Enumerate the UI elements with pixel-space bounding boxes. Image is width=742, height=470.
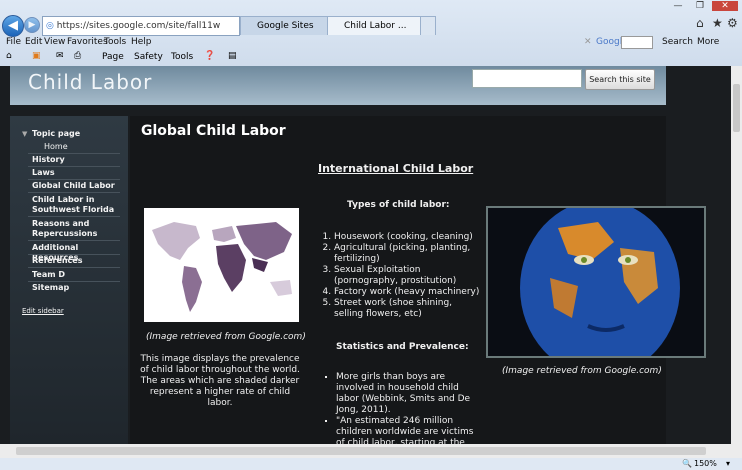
menu-edit[interactable]: Edit <box>25 37 42 47</box>
mail-icon[interactable]: ✉ <box>56 51 64 61</box>
safety-menu[interactable]: Safety <box>134 52 163 62</box>
list-item: Agricultural (picking, planting, fertili… <box>334 243 484 265</box>
divider <box>28 166 120 167</box>
rss-feed-icon[interactable]: ▣ <box>32 51 41 61</box>
world-map-graphic <box>152 222 292 312</box>
section-heading: International Child Labor <box>318 162 474 175</box>
sidebar-item-home[interactable]: Home <box>44 142 136 152</box>
home-small-icon[interactable]: ⌂ <box>6 51 12 61</box>
home-icon[interactable]: ⌂ <box>696 16 704 30</box>
types-heading: Types of child labor: <box>347 200 450 210</box>
site-title[interactable]: Child Labor <box>28 70 152 94</box>
sidebar-item-sitemap[interactable]: Sitemap <box>32 283 124 293</box>
horizontal-scrollbar[interactable] <box>0 444 742 458</box>
sidebar-item-global-child-labor[interactable]: Global Child Labor <box>32 181 124 191</box>
divider <box>28 216 120 217</box>
web-page: Child Labor Search this site ▼ Topic pag… <box>0 66 742 444</box>
main-content: Global Child Labor International Child L… <box>130 116 706 444</box>
research-icon[interactable]: ▤ <box>228 51 237 61</box>
stats-list: More girls than boys are involved in hou… <box>324 372 478 444</box>
horizontal-scrollbar-thumb[interactable] <box>16 447 706 455</box>
collapse-triangle-icon[interactable]: ▼ <box>22 130 27 138</box>
list-item: Housework (cooking, cleaning) <box>334 232 484 243</box>
divider <box>28 153 120 154</box>
list-item: More girls than boys are involved in hou… <box>336 372 478 416</box>
sidebar-item-history[interactable]: History <box>32 155 124 165</box>
divider <box>28 281 120 282</box>
list-item: "An estimated 246 million children world… <box>336 416 478 444</box>
divider <box>28 267 120 268</box>
more-button[interactable]: More <box>697 37 719 47</box>
sidebar-item-references[interactable]: References <box>32 256 124 266</box>
list-item: Sexual Exploitation (pornography, prosti… <box>334 265 484 287</box>
command-bar: ⌂ ▣ ✉ ⎙ Page Safety Tools ❓ ▤ <box>0 50 742 66</box>
menu-favorites[interactable]: Favorites <box>67 37 108 47</box>
site-search-input[interactable] <box>472 69 582 88</box>
scrollbar-thumb[interactable] <box>733 84 740 132</box>
divider <box>28 254 120 255</box>
vertical-scrollbar[interactable] <box>731 66 742 444</box>
sidebar-item-laws[interactable]: Laws <box>32 168 124 178</box>
zoom-level[interactable]: 150% <box>694 459 717 468</box>
print-icon[interactable]: ⎙ <box>74 51 81 61</box>
painted-face-world-map-image <box>486 206 706 358</box>
sidebar-item-reasons[interactable]: Reasons and Repercussions <box>32 219 124 239</box>
toolbar-search-button[interactable]: Search <box>662 37 693 47</box>
tools-menu[interactable]: Tools <box>171 52 193 62</box>
page-menu[interactable]: Page <box>102 52 124 62</box>
list-item: Factory work (heavy machinery) <box>334 287 484 298</box>
gear-icon[interactable]: ⚙ <box>727 16 738 30</box>
chevron-down-icon[interactable]: ▾ <box>726 459 730 468</box>
page-title: Global Child Labor <box>141 123 286 139</box>
help-icon[interactable]: ❓ <box>204 51 215 61</box>
site-favicon-icon: ◎ <box>46 21 54 31</box>
status-bar: 🔍 150% ▾ <box>0 458 742 470</box>
tab-child-labor[interactable]: Child Labor ... ✕ <box>327 16 435 35</box>
divider <box>28 179 120 180</box>
site-header: Child Labor Search this site <box>10 66 666 105</box>
divider <box>28 192 120 193</box>
address-url: https://sites.google.com/site/fall11w <box>56 21 221 31</box>
menu-view[interactable]: View <box>44 37 65 47</box>
types-list: Housework (cooking, cleaning) Agricultur… <box>320 232 484 320</box>
map-description: This image displays the prevalence of ch… <box>140 354 300 408</box>
zoom-icon[interactable]: 🔍 <box>682 459 692 468</box>
stats-heading: Statistics and Prevalence: <box>336 342 469 352</box>
close-toolbar-icon[interactable]: ✕ <box>584 37 592 47</box>
edit-sidebar-link[interactable]: Edit sidebar <box>22 306 114 316</box>
menu-help[interactable]: Help <box>131 37 152 47</box>
sidebar: ▼ Topic page Home History Laws Global Ch… <box>10 116 128 444</box>
forward-icon[interactable]: ▶ <box>24 17 40 33</box>
search-site-button[interactable]: Search this site <box>585 69 655 90</box>
address-bar[interactable]: ◎ https://sites.google.com/site/fall11w <box>42 16 240 36</box>
menu-tools[interactable]: Tools <box>104 37 126 47</box>
browser-chrome: — ❐ ✕ ◀ ▶ ◎ https://sites.google.com/sit… <box>0 0 742 66</box>
world-child-labor-map <box>144 208 299 322</box>
tab-label: Child Labor ... <box>344 21 407 31</box>
new-tab-button[interactable] <box>420 16 436 35</box>
face-caption: (Image retrieved from Google.com) <box>502 366 662 376</box>
menu-file[interactable]: File <box>6 37 21 47</box>
divider <box>28 240 120 241</box>
sidebar-item-topic-page[interactable]: Topic page <box>32 129 124 139</box>
favorites-star-icon[interactable]: ★ <box>712 16 723 30</box>
map-caption: (Image retrieved from Google.com) <box>146 332 306 342</box>
list-item: Street work (shoe shining, selling flowe… <box>334 298 484 320</box>
sidebar-item-team-d[interactable]: Team D <box>32 270 124 280</box>
face-image-graphic <box>488 208 704 356</box>
sidebar-item-southwest-florida[interactable]: Child Labor in Southwest Florida <box>32 195 124 215</box>
back-icon[interactable]: ◀ <box>2 15 24 37</box>
tab-label: Google Sites <box>257 21 314 31</box>
toolbar-search-input[interactable] <box>621 36 653 49</box>
menu-bar: File Edit View Favorites Tools Help ✕ Go… <box>0 36 742 50</box>
